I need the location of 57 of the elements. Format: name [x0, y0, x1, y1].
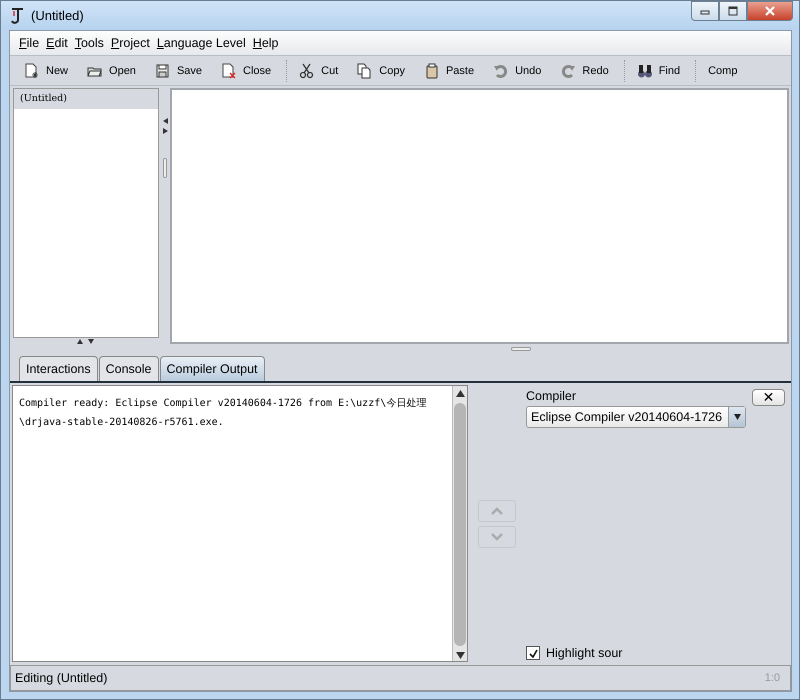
undo-arrow-icon — [493, 62, 510, 78]
tab[interactable]: Compiler Output — [160, 356, 265, 381]
menu-item[interactable]: File — [19, 36, 40, 50]
tab[interactable]: Console — [98, 356, 158, 381]
close-button[interactable] — [747, 1, 793, 21]
toolbar-button[interactable]: Copy — [349, 58, 416, 82]
menu-item[interactable]: Help — [252, 36, 279, 50]
scissors-icon — [299, 62, 316, 78]
menu-item[interactable]: Project — [110, 36, 150, 50]
toolbar-button[interactable]: Save — [146, 58, 214, 82]
output-line: Compiler ready: Eclipse Compiler v20140604-1726 from E:\uzzf\今日处理 — [19, 396, 428, 411]
chevron-down-icon — [491, 532, 503, 540]
maximize-icon — [728, 6, 738, 16]
compiler-dropdown[interactable]: Eclipse Compiler v20140604-1726 — [526, 406, 746, 428]
tab[interactable]: Interactions — [19, 356, 98, 381]
new-file-icon — [24, 62, 40, 78]
split-handle-icon[interactable] — [510, 346, 530, 350]
toolbar-button[interactable]: Close — [213, 58, 282, 82]
toolbar-button[interactable]: Cut — [291, 58, 350, 82]
expand-collapse-arrows-icon[interactable] — [75, 338, 97, 344]
menu-item[interactable]: Language Level — [156, 36, 246, 50]
scrollbar-thumb[interactable] — [454, 403, 466, 646]
toolbar-button[interactable]: Redo — [552, 58, 620, 82]
output-line: \drjava-stable-20140826-r5761.exe. — [19, 416, 225, 430]
copy-icon — [357, 62, 374, 78]
toolbar-button[interactable]: Open — [79, 58, 147, 82]
menu-item[interactable]: Tools — [74, 36, 104, 50]
window-title: (Untitled) — [31, 8, 85, 23]
compiler-label: Compiler — [526, 389, 578, 403]
checkbox-label: Highlight sour — [546, 646, 622, 660]
status-text: Editing (Untitled) — [15, 671, 108, 685]
scroll-down-arrow-icon[interactable] — [456, 652, 464, 659]
cursor-position: 1:0 — [764, 672, 780, 684]
dropdown-arrow-icon — [734, 414, 740, 420]
scroll-up-arrow-icon[interactable] — [456, 390, 464, 397]
menu-item[interactable]: Edit — [46, 36, 68, 50]
redo-arrow-icon — [560, 62, 576, 78]
close-panel-button[interactable]: ✕ — [752, 389, 785, 406]
toolbar-button[interactable]: Paste — [416, 58, 486, 82]
maximize-button[interactable] — [719, 1, 747, 21]
clipboard-icon — [424, 62, 440, 78]
checkbox[interactable] — [526, 646, 540, 660]
collapse-arrows-icon[interactable] — [162, 118, 168, 134]
toolbar-button[interactable]: Undo — [485, 58, 552, 82]
chevron-up-icon — [491, 506, 503, 514]
app-logo-icon — [9, 6, 25, 24]
scrollbar[interactable] — [452, 386, 467, 661]
toolbar-button[interactable]: Comp — [700, 58, 738, 82]
minimize-button[interactable] — [691, 1, 719, 21]
split-handle-icon[interactable] — [163, 158, 167, 178]
document-item[interactable]: (Untitled) — [14, 89, 158, 109]
checkmark-icon — [528, 648, 538, 658]
close-icon — [764, 6, 776, 16]
toolbar-button[interactable]: New — [16, 58, 80, 82]
binoculars-icon — [636, 62, 653, 78]
close-file-icon — [221, 62, 238, 78]
toolbar-button[interactable]: Find — [628, 58, 692, 82]
